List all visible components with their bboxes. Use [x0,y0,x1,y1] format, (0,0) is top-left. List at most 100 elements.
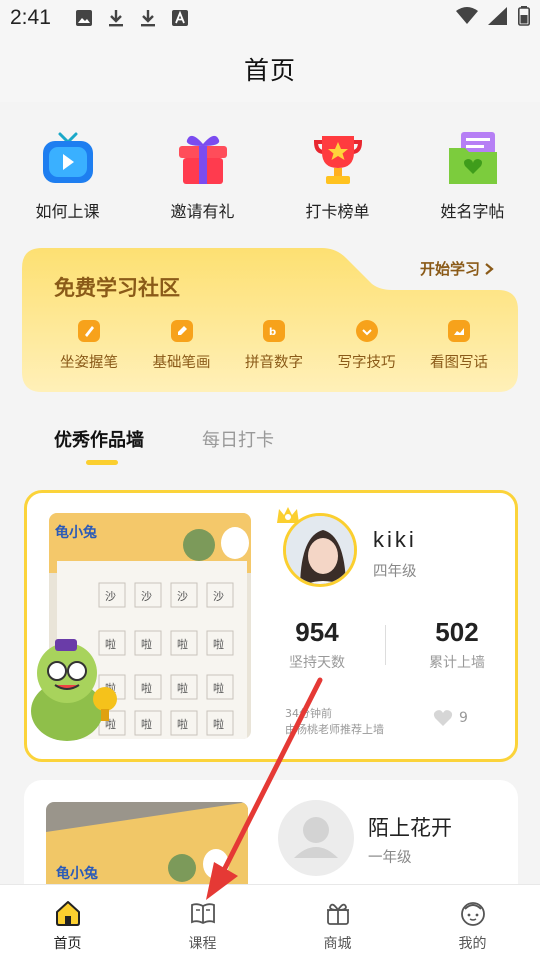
svg-text:沙: 沙 [105,590,116,603]
heart-icon [433,710,453,726]
download-icon [137,7,159,29]
trophy-icon [313,136,362,184]
stat-wall-label: 累计上墙 [429,655,485,671]
svg-text:沙: 沙 [213,590,224,603]
work-card[interactable]: 龟小兔 陌上花开 一年级 [24,780,518,884]
quick-link-label: 打卡榜单 [305,202,370,221]
community-item-picture-writing[interactable]: 看图写话 [414,320,504,372]
quick-link-label: 如何上课 [35,202,100,221]
font-icon [169,7,191,29]
nav-label: 课程 [188,936,217,952]
work-card[interactable]: 沙沙沙沙 啦啦啦啦 啦啦啦啦 啦啦啦啦 龟小兔 [24,490,518,762]
community-item-tips[interactable]: 写字技巧 [322,320,412,372]
book-icon [190,903,215,925]
avatar[interactable] [278,800,354,876]
bottom-nav: 首页 课程 商城 我的 [0,884,540,960]
community-item-label: 写字技巧 [337,355,396,371]
community-item-label: 拼音数字 [245,355,303,371]
tab-excellent-works[interactable]: 优秀作品墙 [54,426,144,465]
download-icon [105,7,127,29]
nav-label: 我的 [458,936,487,952]
main-content[interactable]: 如何上课 邀请有礼 打卡榜单 姓名字帖 免费学习社区 开始学习 坐姿握笔 基础笔… [0,102,540,884]
work-author-name: 陌上花开 [368,816,452,840]
gift-icon [178,135,227,184]
like-count: 9 [459,710,468,726]
svg-text:龟小兔: 龟小兔 [55,524,97,541]
quick-link-invite[interactable]: 邀请有礼 [135,128,270,222]
battery-icon [518,5,530,31]
image-icon [73,7,95,29]
svg-text:啦: 啦 [141,717,152,731]
page-title: 首页 [243,56,296,85]
svg-text:b: b [269,327,276,338]
chevron-right-icon [485,262,494,275]
works-tabs: 优秀作品墙 每日打卡 [54,426,274,465]
svg-text:啦: 啦 [177,717,188,731]
default-avatar-icon [294,817,338,858]
quick-link-label: 邀请有礼 [170,202,235,221]
community-item-label: 基础笔画 [152,355,211,371]
start-learning-label: 开始学习 [419,260,480,278]
community-item-strokes[interactable]: 基础笔画 [137,320,227,372]
wifi-icon [456,6,478,30]
community-item-label: 坐姿握笔 [60,355,118,371]
copybook-icon [448,132,497,184]
nav-label: 商城 [323,936,352,952]
status-time: 2:41 [10,6,51,29]
stat-wall-value: 502 [435,617,479,647]
stat-wall: 502 累计上墙 [397,617,517,672]
pinyin-icon: b [263,320,285,342]
stat-days-label: 坚持天数 [289,655,345,671]
community-title: 免费学习社区 [54,276,180,300]
svg-text:啦: 啦 [141,681,152,695]
svg-text:啦: 啦 [213,637,224,651]
nav-label: 首页 [53,936,82,952]
quick-link-rankings[interactable]: 打卡榜单 [270,128,405,222]
start-learning-link[interactable]: 开始学习 [420,258,494,279]
work-photo[interactable]: 龟小兔 [46,802,248,884]
nav-courses[interactable]: 课程 [135,885,270,960]
quick-link-how-to-class[interactable]: 如何上课 [0,128,135,222]
work-time: 34分钟前 [285,707,332,720]
profile-icon [460,902,485,926]
community-item-pinyin[interactable]: b 拼音数字 [229,320,319,372]
stat-divider [385,625,386,665]
work-recommend: 由杨桃老师推荐上墙 [285,723,384,736]
home-icon [55,901,80,926]
nav-home[interactable]: 首页 [0,885,135,960]
svg-text:啦: 啦 [213,681,224,695]
tips-icon [355,320,378,342]
svg-text:啦: 啦 [177,637,188,651]
avatar[interactable] [283,513,357,587]
community-item-label: 看图写话 [430,355,488,371]
learning-community-card[interactable]: 免费学习社区 开始学习 坐姿握笔 基础笔画 b 拼音数字 写字技巧 看图写话 [22,248,518,392]
signal-icon [488,6,508,30]
pencil-icon [78,320,100,342]
status-bar: 2:41 [0,0,540,36]
svg-text:啦: 啦 [141,637,152,651]
edit-icon [170,320,193,342]
community-item-posture[interactable]: 坐姿握笔 [44,320,134,372]
shop-icon [326,903,349,925]
quick-link-name-copybook[interactable]: 姓名字帖 [405,128,540,222]
svg-text:龟小兔: 龟小兔 [56,865,98,882]
nav-profile[interactable]: 我的 [405,885,540,960]
quick-links: 如何上课 邀请有礼 打卡榜单 姓名字帖 [0,128,540,222]
picture-icon [448,320,470,342]
work-author-name: kiki [373,527,417,552]
page-header: 首页 [0,36,540,102]
stat-days-value: 954 [295,617,339,647]
turtle-mascot-icon [31,639,117,741]
quick-link-label: 姓名字帖 [440,202,505,221]
like-button[interactable]: 9 [433,709,468,727]
work-author-grade: 一年级 [368,850,412,866]
svg-text:沙: 沙 [141,590,152,603]
work-author-grade: 四年级 [373,564,417,580]
svg-text:啦: 啦 [177,681,188,695]
tab-daily-checkin[interactable]: 每日打卡 [202,426,274,452]
svg-text:啦: 啦 [213,717,224,731]
svg-text:沙: 沙 [177,590,188,603]
nav-shop[interactable]: 商城 [270,885,405,960]
stat-days: 954 坚持天数 [257,617,377,672]
tv-icon [42,132,93,183]
